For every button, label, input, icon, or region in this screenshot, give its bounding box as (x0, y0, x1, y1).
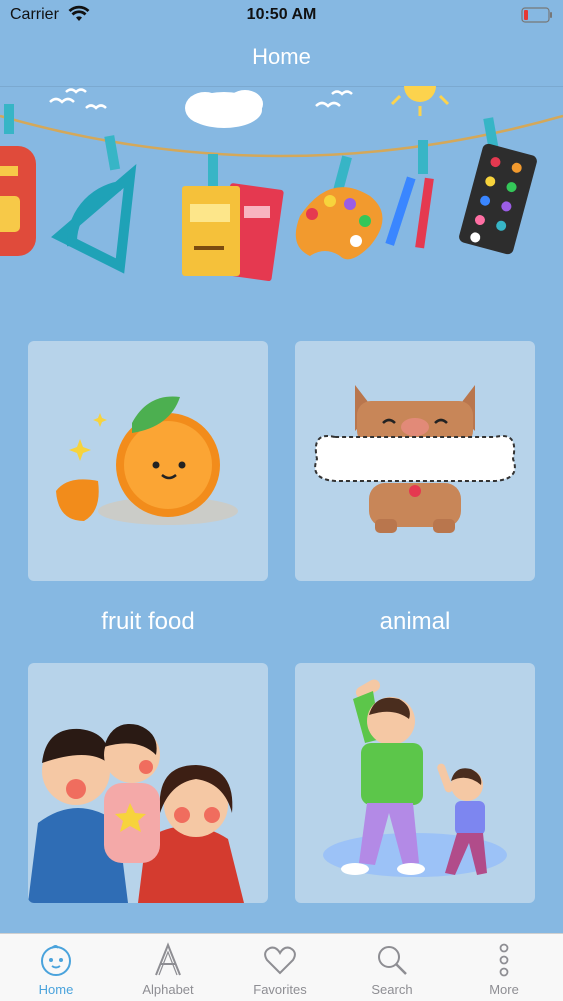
tab-bar: Home Alphabet Favorites Search More (0, 933, 563, 1001)
notebooks-icon (182, 154, 284, 282)
category-card-animal[interactable] (295, 341, 535, 581)
category-label-animal: animal (379, 608, 451, 635)
status-time: 10:50 AM (246, 6, 317, 23)
tab-favorites-label: Favorites (253, 982, 307, 997)
tab-favorites[interactable]: Favorites (224, 934, 336, 1001)
category-card-fruit-food[interactable] (28, 341, 268, 581)
page-title: Home (252, 44, 311, 69)
family-illustration (28, 723, 244, 903)
backpack-icon (0, 104, 36, 256)
more-dots-icon (499, 943, 509, 977)
tab-more-label: More (489, 982, 519, 997)
status-bar: Carrier 10:50 AM (0, 0, 563, 30)
category-card-family[interactable] (28, 663, 268, 903)
magnifier-icon (378, 946, 407, 975)
heart-icon (264, 946, 296, 975)
tab-search[interactable]: Search (336, 934, 448, 1001)
pencils-icon (385, 140, 434, 249)
battery-icon (521, 7, 552, 23)
clothesline (0, 114, 563, 158)
orange-fruit-illustration (56, 396, 238, 525)
category-card-exercise[interactable] (295, 663, 535, 903)
tab-more[interactable]: More (448, 934, 560, 1001)
school-supplies-banner (0, 86, 563, 282)
paint-palette-icon (295, 155, 383, 260)
tab-alphabet-label: Alphabet (142, 982, 194, 997)
tab-alphabet[interactable]: Alphabet (112, 934, 224, 1001)
protractor-icon (51, 135, 137, 274)
exercise-illustration (323, 679, 507, 877)
tab-search-label: Search (371, 982, 413, 997)
navigation-bar: Home (0, 30, 563, 87)
dog-with-bone-illustration (314, 385, 516, 533)
sun-icon (390, 86, 450, 116)
letter-a-icon (155, 942, 181, 976)
tab-home[interactable]: Home (0, 934, 112, 1001)
cloud-icon (185, 90, 263, 128)
tab-home-label: Home (38, 982, 74, 997)
category-label-fruit-food: fruit food (101, 608, 195, 635)
baby-face-icon (41, 945, 71, 976)
